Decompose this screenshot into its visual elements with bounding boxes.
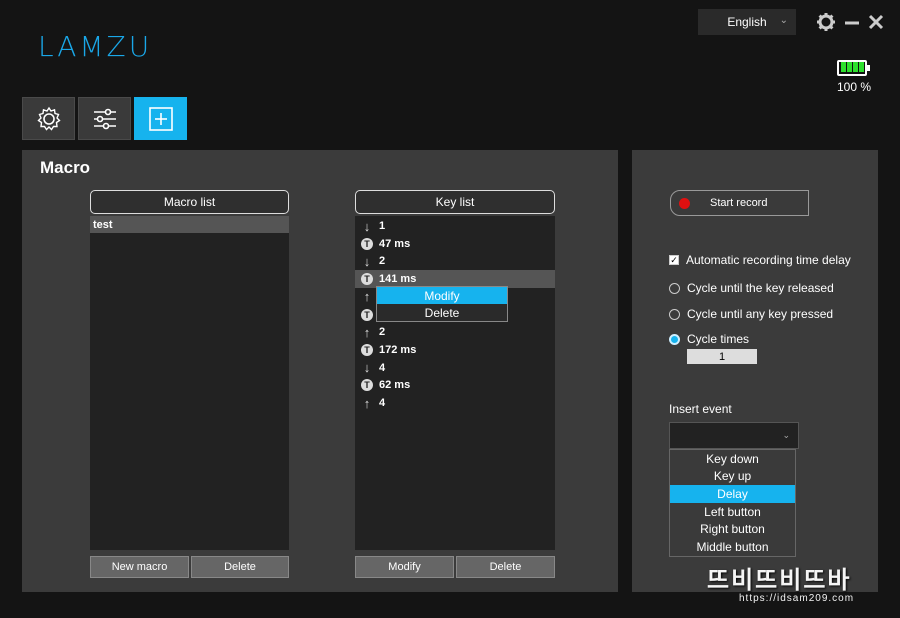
key-list-item[interactable]: ↓ 4 <box>355 359 555 377</box>
new-macro-button[interactable]: New macro <box>90 556 189 578</box>
macro-list[interactable]: test <box>90 216 289 550</box>
key-list-text: 4 <box>379 361 386 374</box>
record-dot-icon <box>679 197 690 209</box>
radio-key-released[interactable]: Cycle until the key released <box>669 281 834 295</box>
lamzu-logo: LAMZU <box>38 30 153 63</box>
radio-cycle-times-label: Cycle times <box>687 332 750 346</box>
list-item[interactable]: test <box>90 216 289 233</box>
insert-event-option[interactable]: Key down <box>670 450 795 468</box>
delete-key-button[interactable]: Delete <box>456 556 555 578</box>
watermark-url: https://idsam209.com <box>739 593 855 604</box>
radio-any-key-label: Cycle until any key pressed <box>687 307 834 321</box>
macro-name: test <box>93 218 113 231</box>
arrow-up-icon: ↑ <box>363 289 371 305</box>
app-window: LAMZU English ⌄ 100 % Macro Macro list t… <box>0 0 900 618</box>
start-record-label: Start record <box>710 197 768 209</box>
insert-event-option[interactable]: Key up <box>670 468 795 486</box>
key-list-item[interactable]: ↓ 2 <box>355 252 555 270</box>
key-list-item[interactable]: T 47 ms <box>355 235 555 253</box>
delay-icon: T <box>359 273 375 286</box>
delay-icon: T <box>359 237 375 250</box>
key-list-text: 172 ms <box>379 343 417 356</box>
key-list-item[interactable]: ↑ 4 <box>355 394 555 412</box>
watermark-text: 뜨비뜨비뜨바 <box>707 567 852 594</box>
minimize-icon[interactable] <box>840 10 864 34</box>
language-value: English <box>727 15 767 29</box>
radio-cycle-times[interactable]: Cycle times <box>669 332 749 346</box>
radio-selected-icon <box>669 333 680 345</box>
tab-adjust[interactable] <box>78 97 131 140</box>
radio-any-key[interactable]: Cycle until any key pressed <box>669 307 833 321</box>
gear-icon[interactable] <box>814 10 838 34</box>
sliders-icon <box>93 108 116 129</box>
close-icon[interactable] <box>864 10 888 34</box>
insert-event-option[interactable]: Delay <box>670 485 795 503</box>
chevron-down-icon: ⌄ <box>779 15 788 26</box>
key-list-header: Key list <box>355 190 555 214</box>
auto-delay-label: Automatic recording time delay <box>686 253 851 267</box>
insert-event-option[interactable]: Left button <box>670 503 795 521</box>
context-delete[interactable]: Delete <box>377 304 507 321</box>
delay-icon: T <box>359 343 375 356</box>
key-list-text: 4 <box>379 397 386 409</box>
arrow-down-icon: ↓ <box>363 360 371 376</box>
battery-icon <box>837 58 870 78</box>
auto-delay-checkbox[interactable]: ✓ Automatic recording time delay <box>669 253 851 267</box>
key-list-text: 141 ms <box>379 273 417 286</box>
tab-macro[interactable] <box>134 97 187 140</box>
arrow-up-icon: ↑ <box>363 395 371 411</box>
checkmark-icon: ✓ <box>669 254 679 265</box>
arrow-down-icon: ↓ <box>363 253 371 269</box>
insert-event-option[interactable]: Right button <box>670 520 795 538</box>
key-list-text: 62 ms <box>379 379 411 392</box>
cycle-times-input[interactable]: 1 <box>687 349 757 364</box>
arrow-up-icon: ↑ <box>363 324 371 340</box>
key-list[interactable]: ↓ 1 T 47 ms ↓ 2 T 141 ms ↑ T ↑ 2 T 172 ms ↓ 4 T 62 ms ↑ 4 <box>355 216 555 550</box>
plus-square-icon <box>148 106 173 131</box>
key-list-item[interactable]: T 62 ms <box>355 376 555 394</box>
delete-macro-button[interactable]: Delete <box>191 556 289 578</box>
arrow-down-icon: ↓ <box>363 218 371 234</box>
delay-icon: T <box>359 379 375 392</box>
key-list-item[interactable]: T 172 ms <box>355 341 555 359</box>
key-list-text: 2 <box>379 326 386 339</box>
insert-event-label: Insert event <box>669 402 732 416</box>
key-list-item[interactable]: ↓ 1 <box>355 217 555 235</box>
insert-event-option[interactable]: Middle button <box>670 538 795 556</box>
insert-event-dropdown: Key down Key up Delay Left button Right butt… <box>669 449 796 557</box>
tab-settings[interactable] <box>22 97 75 140</box>
key-list-text: 2 <box>379 255 386 268</box>
gear-icon <box>36 106 61 131</box>
radio-icon <box>669 308 680 320</box>
key-list-item[interactable]: ↑ 2 <box>355 323 555 341</box>
language-select[interactable]: English ⌄ <box>698 9 796 35</box>
delay-icon: T <box>359 308 375 321</box>
modify-key-button[interactable]: Modify <box>355 556 454 578</box>
radio-key-released-label: Cycle until the key released <box>687 281 834 295</box>
watermark: 뜨비뜨비뜨바 https://idsam209.com <box>707 560 895 610</box>
page-title: Macro <box>40 158 91 177</box>
context-modify[interactable]: Modify <box>377 287 507 304</box>
chevron-down-icon: ⌄ <box>782 430 790 440</box>
macro-list-header: Macro list <box>90 190 289 214</box>
key-list-text: 1 <box>379 220 386 232</box>
context-menu: Modify Delete <box>376 286 508 322</box>
start-record-button[interactable]: Start record <box>670 190 809 216</box>
key-list-text: 47 ms <box>379 237 411 250</box>
insert-event-select[interactable]: ⌄ <box>669 422 799 449</box>
battery-percent: 100 % <box>836 80 872 94</box>
radio-icon <box>669 282 680 294</box>
